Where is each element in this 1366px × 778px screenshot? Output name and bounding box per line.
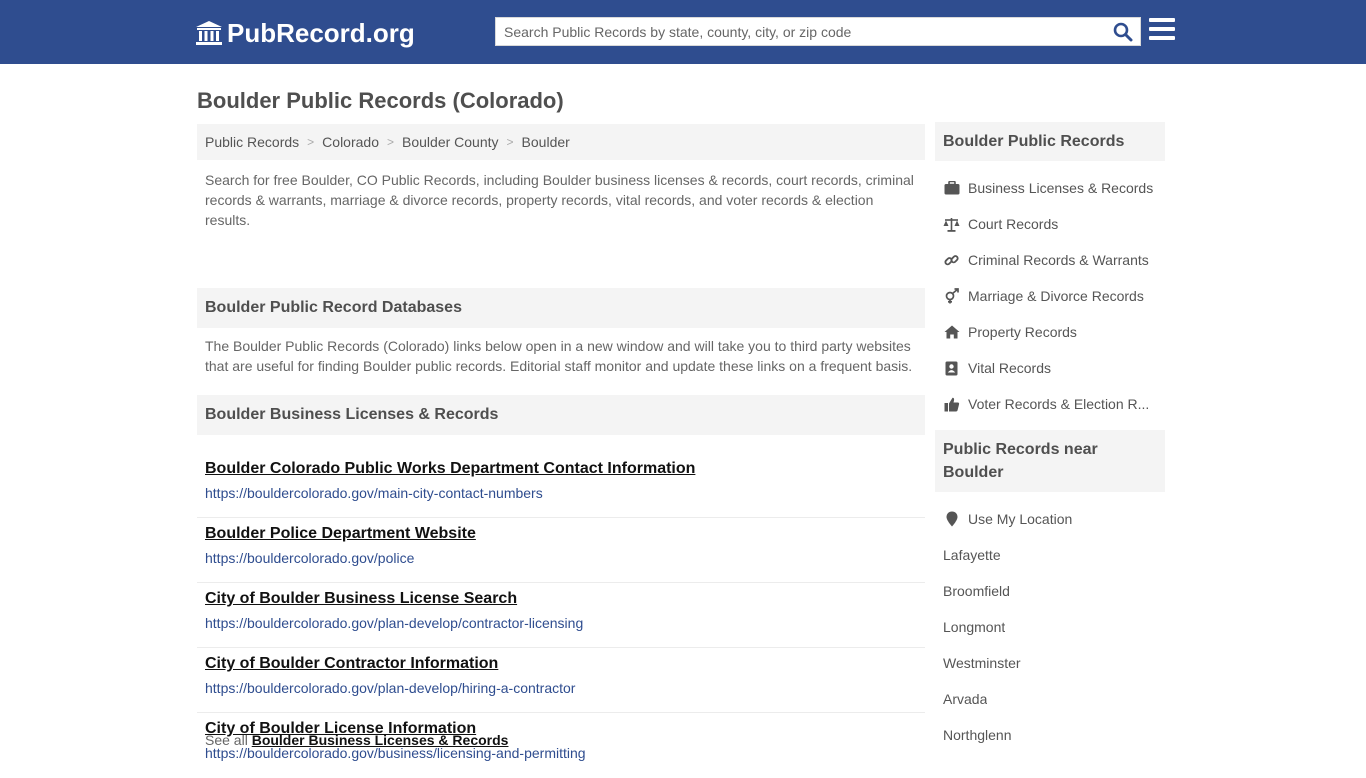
page-title: Boulder Public Records (Colorado) — [197, 88, 564, 113]
nearby-city-link[interactable]: Westminster — [943, 655, 1021, 671]
list-item: City of Boulder Contractor Information h… — [197, 648, 925, 713]
search-input[interactable] — [496, 18, 1106, 45]
nearby-city-item[interactable]: Northglenn — [935, 717, 1165, 753]
see-all-row: See all Boulder Business Licenses & Reco… — [205, 732, 508, 748]
sidebar-item-label[interactable]: Marriage & Divorce Records — [968, 288, 1144, 304]
sidebar: Boulder Public Records Business Licenses… — [935, 122, 1165, 761]
databases-description: The Boulder Public Records (Colorado) li… — [205, 338, 913, 374]
record-link-url[interactable]: https://bouldercolorado.gov/plan-develop… — [205, 614, 917, 632]
sidebar-item-label[interactable]: Vital Records — [968, 360, 1051, 376]
sidebar-item-property[interactable]: Property Records — [935, 314, 1165, 350]
use-location-link[interactable]: Use My Location — [968, 511, 1072, 527]
nearby-city-item[interactable]: Arvada — [935, 681, 1165, 717]
briefcase-icon — [943, 180, 960, 196]
breadcrumb-colorado[interactable]: Colorado — [322, 134, 379, 150]
link-icon — [943, 252, 960, 268]
breadcrumb-separator: > — [387, 135, 395, 149]
nearby-city-link[interactable]: Northglenn — [943, 727, 1012, 743]
record-link-url[interactable]: https://bouldercolorado.gov/plan-develop… — [205, 679, 917, 697]
sidebar-item-label[interactable]: Court Records — [968, 216, 1058, 232]
see-all-link[interactable]: Boulder Business Licenses & Records — [252, 732, 509, 748]
sidebar-item-criminal[interactable]: Criminal Records & Warrants — [935, 242, 1165, 278]
intro-text: Search for free Boulder, CO Public Recor… — [205, 172, 914, 228]
hamburger-menu-icon[interactable] — [1149, 18, 1175, 42]
sidebar-records-list: Business Licenses & Records Court Record… — [935, 161, 1165, 430]
sidebar-item-court[interactable]: Court Records — [935, 206, 1165, 242]
breadcrumb-boulder-county[interactable]: Boulder County — [402, 134, 499, 150]
breadcrumb: Public Records > Colorado > Boulder Coun… — [197, 124, 925, 160]
sidebar-item-label[interactable]: Criminal Records & Warrants — [968, 252, 1149, 268]
main-content: Public Records > Colorado > Boulder Coun… — [197, 124, 925, 778]
sidebar-item-voter[interactable]: Voter Records & Election R... — [935, 386, 1165, 422]
gender-icon — [943, 288, 960, 304]
home-icon — [943, 324, 960, 340]
use-location-item[interactable]: Use My Location — [935, 501, 1165, 537]
record-link-url[interactable]: https://bouldercolorado.gov/police — [205, 549, 917, 567]
nearby-city-item[interactable]: Lafayette — [935, 537, 1165, 573]
breadcrumb-boulder[interactable]: Boulder — [522, 134, 570, 150]
sidebar-item-marriage[interactable]: Marriage & Divorce Records — [935, 278, 1165, 314]
thumbs-up-icon — [943, 396, 960, 412]
business-links-list: Boulder Colorado Public Works Department… — [197, 435, 925, 778]
nearby-city-link[interactable]: Longmont — [943, 619, 1005, 635]
sidebar-item-label[interactable]: Voter Records & Election R... — [968, 396, 1149, 412]
nearby-city-item[interactable]: Westminster — [935, 645, 1165, 681]
sidebar-item-vital[interactable]: Vital Records — [935, 350, 1165, 386]
list-item: Boulder Police Department Website https:… — [197, 518, 925, 583]
sidebar-nearby-list: Use My Location Lafayette Broomfield Lon… — [935, 492, 1165, 761]
breadcrumb-separator: > — [506, 135, 514, 149]
id-book-icon — [943, 360, 960, 376]
business-heading: Boulder Business Licenses & Records — [197, 395, 925, 435]
logo-text: PubRecord.org — [227, 17, 415, 48]
nearby-city-link[interactable]: Lafayette — [943, 547, 1001, 563]
breadcrumb-public-records[interactable]: Public Records — [205, 134, 299, 150]
list-item: Boulder Colorado Public Works Department… — [197, 453, 925, 518]
breadcrumb-separator: > — [307, 135, 315, 149]
list-item: City of Boulder Business License Search … — [197, 583, 925, 648]
top-navbar: PubRecord.org — [0, 0, 1366, 64]
record-link-title[interactable]: City of Boulder Business License Search — [205, 583, 917, 609]
site-logo[interactable]: PubRecord.org — [195, 18, 415, 48]
sidebar-nearby-heading: Public Records near Boulder — [935, 430, 1165, 492]
scale-icon — [943, 216, 960, 232]
record-link-title[interactable]: City of Boulder Contractor Information — [205, 648, 917, 674]
databases-heading: Boulder Public Record Databases — [197, 288, 925, 328]
sidebar-records-heading: Boulder Public Records — [935, 122, 1165, 161]
map-marker-icon — [943, 511, 960, 527]
sidebar-item-label[interactable]: Business Licenses & Records — [968, 180, 1153, 196]
see-all-prefix: See all — [205, 732, 248, 748]
search-box — [495, 17, 1141, 46]
nearby-city-link[interactable]: Arvada — [943, 691, 987, 707]
nearby-city-item[interactable]: Broomfield — [935, 573, 1165, 609]
record-link-url[interactable]: https://bouldercolorado.gov/main-city-co… — [205, 484, 917, 502]
sidebar-item-label[interactable]: Property Records — [968, 324, 1077, 340]
record-link-title[interactable]: Boulder Colorado Public Works Department… — [205, 453, 917, 479]
nearby-city-item[interactable]: Longmont — [935, 609, 1165, 645]
search-button[interactable] — [1110, 20, 1136, 44]
search-icon — [1113, 22, 1133, 42]
record-link-title[interactable]: Boulder Police Department Website — [205, 518, 917, 544]
institution-icon — [196, 21, 222, 45]
nearby-city-link[interactable]: Broomfield — [943, 583, 1010, 599]
sidebar-item-business[interactable]: Business Licenses & Records — [935, 170, 1165, 206]
